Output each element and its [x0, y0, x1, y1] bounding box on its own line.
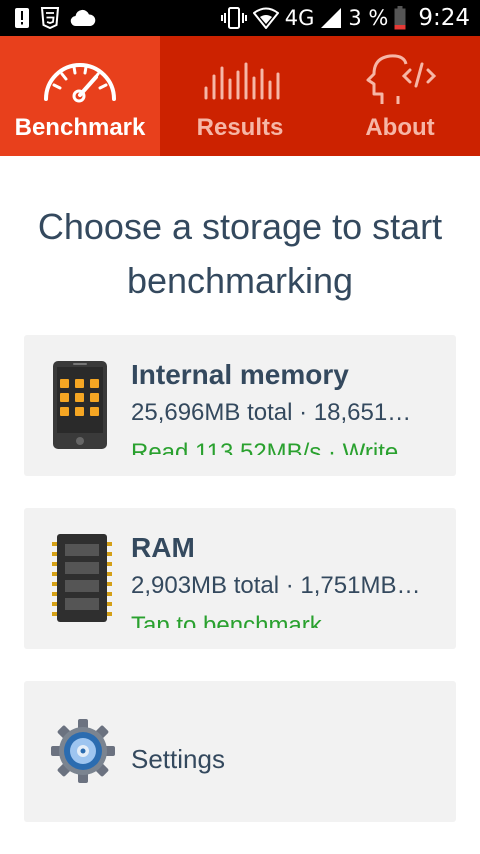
internal-memory-card[interactable]: Internal memory 25,696MB total · 18,651M…: [24, 335, 456, 476]
ram-card[interactable]: RAM 2,903MB total · 1,751MB free Tap to …: [24, 508, 456, 649]
alert-icon: [14, 7, 30, 29]
settings-card[interactable]: Settings: [24, 681, 456, 822]
network-type: 4G: [284, 6, 315, 30]
card-title: RAM: [131, 532, 195, 563]
settings-label: Settings: [131, 744, 225, 774]
html5-icon: [40, 7, 60, 29]
battery-icon: [394, 6, 406, 30]
ram-chip-icon: [52, 532, 112, 629]
battery-percent: 3 %: [348, 6, 389, 30]
card-subtitle: 2,903MB total · 1,751MB free: [131, 572, 427, 599]
tab-label: Benchmark: [14, 114, 146, 141]
vibrate-icon: [220, 7, 247, 29]
phone-icon: [50, 359, 110, 456]
tab-bar: Benchmark Results About: [0, 36, 480, 156]
card-status: Tap to benchmark: [131, 612, 322, 628]
wifi-icon: [252, 7, 279, 29]
card-status: Read 113.52MB/s · Write: [131, 439, 399, 455]
tab-benchmark[interactable]: Benchmark: [0, 36, 160, 156]
tab-about[interactable]: About: [320, 36, 480, 156]
speedometer-icon: [40, 50, 120, 110]
head-code-icon: [360, 50, 440, 110]
card-title: Internal memory: [131, 359, 349, 390]
tab-results[interactable]: Results: [160, 36, 320, 156]
tab-label: Results: [196, 114, 284, 141]
page-heading: Choose a storage to start benchmarking: [37, 206, 443, 301]
tab-label: About: [365, 114, 435, 141]
signal-icon: [320, 7, 342, 29]
clock: 9:24: [418, 5, 470, 31]
bars-icon: [200, 50, 280, 110]
cloud-icon: [70, 9, 96, 27]
card-subtitle: 25,696MB total · 18,651MB free: [131, 399, 427, 426]
status-bar: 4G 3 % 9:24: [0, 0, 480, 36]
gear-icon: [50, 718, 116, 789]
